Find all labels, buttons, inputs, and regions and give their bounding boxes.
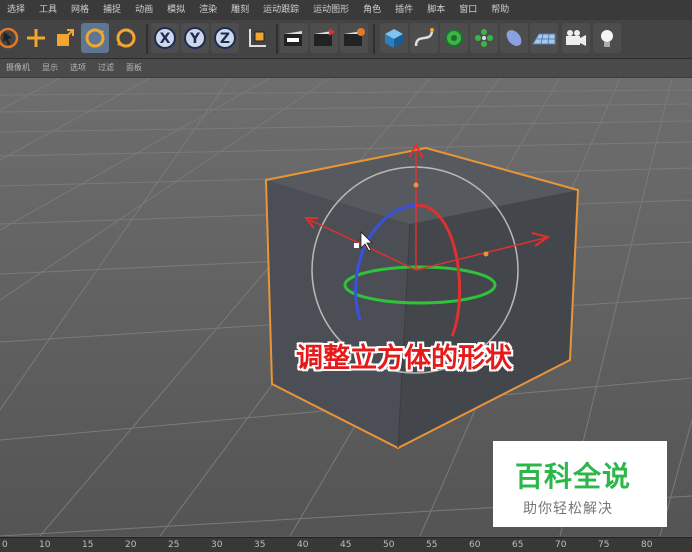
menu-render[interactable]: 渲染 <box>192 0 224 20</box>
timeline-tick: 80 <box>641 540 653 550</box>
scale-tool-icon <box>53 26 77 50</box>
z-axis-label: Z <box>220 31 230 47</box>
toolbar-separator <box>373 24 375 54</box>
menu-snap[interactable]: 捕捉 <box>96 0 128 20</box>
y-axis-button[interactable]: Y <box>181 23 209 53</box>
render-view-icon <box>281 26 307 50</box>
viewport-menu-filter[interactable]: 过滤 <box>92 59 120 77</box>
viewport-menu-cameras[interactable]: 摄像机 <box>0 59 36 77</box>
cube-button[interactable] <box>380 23 408 53</box>
y-axis-icon: Y <box>183 26 207 50</box>
menu-script[interactable]: 脚本 <box>420 0 452 20</box>
render-picture-viewer-icon <box>311 26 337 50</box>
viewport-menu-bar: 摄像机 显示 选项 过滤 面板 <box>0 59 692 78</box>
array-button[interactable] <box>470 23 498 53</box>
timeline-tick: 30 <box>211 540 223 550</box>
move-tool-icon <box>0 26 20 50</box>
y-axis-label: Y <box>189 31 201 47</box>
x-axis-button[interactable]: X <box>151 23 179 53</box>
menu-tools[interactable]: 工具 <box>32 0 64 20</box>
light-icon <box>595 26 619 50</box>
edit-render-settings-button[interactable] <box>340 23 368 53</box>
camera-icon <box>563 26 589 50</box>
nurbs-button[interactable] <box>440 23 468 53</box>
viewport-menu-options[interactable]: 选项 <box>64 59 92 77</box>
timeline-tick: 60 <box>469 540 481 550</box>
menu-sculpt[interactable]: 雕刻 <box>224 0 256 20</box>
timeline-tick: 45 <box>340 540 352 550</box>
timeline-tick: 20 <box>125 540 137 550</box>
edit-render-settings-icon <box>341 26 367 50</box>
menu-mesh[interactable]: 网格 <box>64 0 96 20</box>
floor-icon <box>531 26 557 50</box>
coordinate-system-button[interactable] <box>243 23 271 53</box>
main-toolbar: X Y Z <box>0 20 692 59</box>
timeline-tick: 10 <box>39 540 51 550</box>
timeline-tick: 65 <box>512 540 524 550</box>
array-icon <box>472 26 496 50</box>
move-tool-button[interactable] <box>0 23 22 53</box>
viewport-menu-panel[interactable]: 面板 <box>120 59 148 77</box>
scale-tool-button[interactable] <box>51 23 79 53</box>
watermark-subtitle: 助你轻松解决 <box>523 501 613 517</box>
spline-pen-button[interactable] <box>410 23 438 53</box>
menu-window[interactable]: 窗口 <box>452 0 484 20</box>
x-axis-label: X <box>160 31 171 47</box>
timeline-tick: 50 <box>383 540 395 550</box>
cube-icon <box>382 26 406 50</box>
menu-plugins[interactable]: 插件 <box>388 0 420 20</box>
viewport-menu-display[interactable]: 显示 <box>36 59 64 77</box>
menu-help[interactable]: 帮助 <box>484 0 516 20</box>
menu-simulate[interactable]: 模拟 <box>160 0 192 20</box>
add-tool-icon <box>24 26 48 50</box>
watermark-logo: 百科全说 助你轻松解决 <box>493 441 667 527</box>
light-button[interactable] <box>593 23 621 53</box>
menu-mograph[interactable]: 运动图形 <box>306 0 356 20</box>
timeline-tick: 40 <box>297 540 309 550</box>
tutorial-caption: 调整立方体的形状 <box>296 343 512 374</box>
timeline-tick: 25 <box>168 540 180 550</box>
timeline-ruler[interactable]: 0 10 15 20 25 30 35 40 45 50 55 60 65 70… <box>0 537 692 552</box>
rotate-alt-button[interactable] <box>112 23 140 53</box>
toolbar-separator <box>276 24 278 54</box>
rotate-tool-button[interactable] <box>81 23 109 53</box>
menu-motion-tracking[interactable]: 运动跟踪 <box>256 0 306 20</box>
floor-button[interactable] <box>530 23 558 53</box>
timeline-tick: 0 <box>2 540 8 550</box>
menu-select[interactable]: 选择 <box>0 0 32 20</box>
z-axis-button[interactable]: Z <box>211 23 239 53</box>
main-menu-bar: 选择 工具 网格 捕捉 动画 模拟 渲染 雕刻 运动跟踪 运动图形 角色 插件 … <box>0 0 692 20</box>
nurbs-icon <box>442 26 466 50</box>
rotate-tool-icon <box>83 26 107 50</box>
x-axis-icon: X <box>153 26 177 50</box>
timeline-tick: 70 <box>555 540 567 550</box>
menu-character[interactable]: 角色 <box>356 0 388 20</box>
deformer-button[interactable] <box>500 23 528 53</box>
render-picture-viewer-button[interactable] <box>310 23 338 53</box>
timeline-tick: 35 <box>254 540 266 550</box>
menu-animate[interactable]: 动画 <box>128 0 160 20</box>
timeline-tick: 55 <box>426 540 438 550</box>
timeline-tick: 75 <box>598 540 610 550</box>
add-tool-button[interactable] <box>22 23 50 53</box>
spline-pen-icon <box>412 26 436 50</box>
toolbar-separator <box>146 24 148 54</box>
render-view-button[interactable] <box>280 23 308 53</box>
rotate-alt-icon <box>114 26 138 50</box>
timeline-tick: 15 <box>82 540 94 550</box>
z-axis-icon: Z <box>213 26 237 50</box>
deformer-icon <box>502 26 526 50</box>
camera-button[interactable] <box>562 23 590 53</box>
watermark-title: 百科全说 <box>515 460 632 493</box>
coordinate-system-icon <box>245 26 269 50</box>
